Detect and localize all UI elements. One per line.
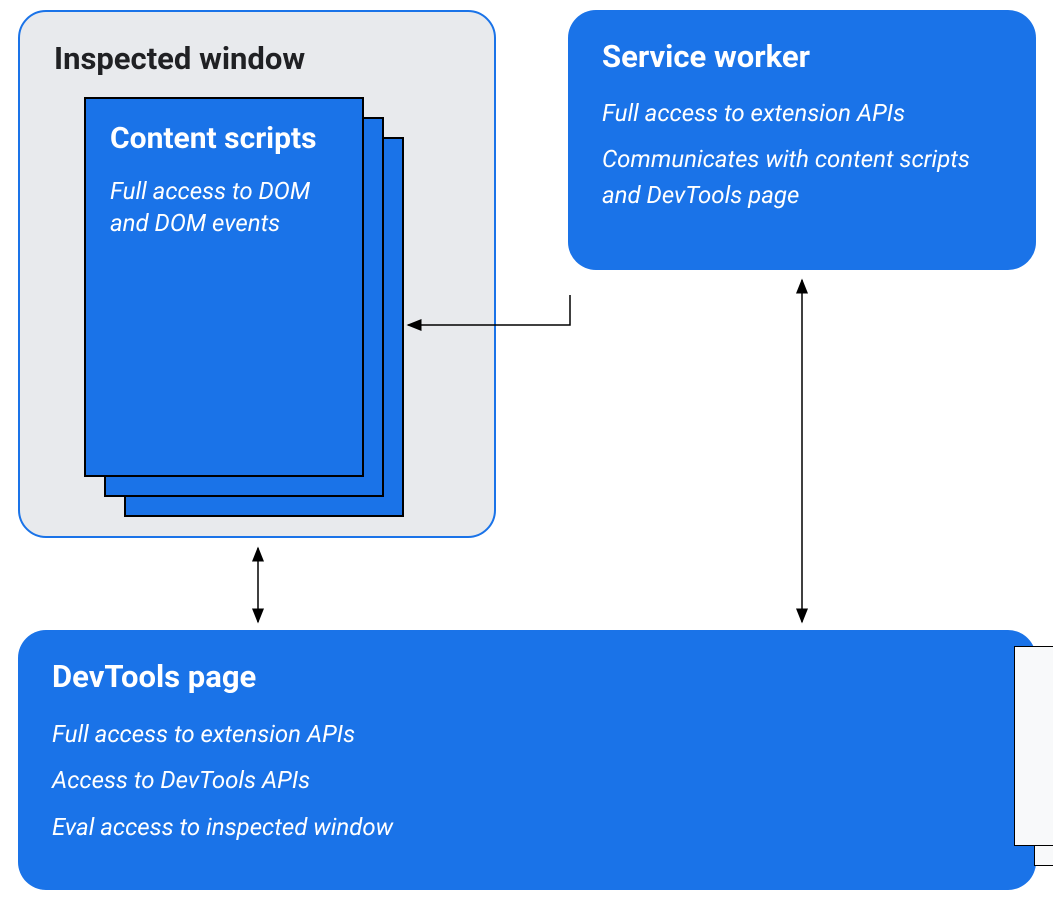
service-worker-title: Service worker (602, 38, 1002, 75)
content-scripts-title: Content scripts (110, 121, 338, 157)
panel-card-front: Panels (1014, 646, 1053, 846)
service-worker-bullet: Full access to extension APIs (602, 95, 1002, 131)
devtools-page-bullet: Full access to extension APIs (52, 715, 1002, 753)
service-worker-bullet: Communicates with content scripts and De… (602, 141, 1002, 213)
content-scripts-card-front: Content scripts Full access to DOM and D… (84, 97, 364, 477)
inspected-window-title: Inspected window (54, 40, 460, 77)
devtools-page-bullets: Full access to extension APIs Access to … (52, 715, 1002, 846)
devtools-page-box: DevTools page Full access to extension A… (18, 630, 1036, 890)
service-worker-bullets: Full access to extension APIs Communicat… (602, 95, 1002, 213)
diagram-container: Inspected window Content scripts Full ac… (0, 0, 1053, 904)
devtools-page-title: DevTools page (52, 658, 1002, 695)
inspected-window-box: Inspected window Content scripts Full ac… (18, 10, 496, 538)
devtools-page-bullet: Access to DevTools APIs (52, 761, 1002, 799)
devtools-page-bullet: Eval access to inspected window (52, 808, 1002, 846)
service-worker-box: Service worker Full access to extension … (568, 10, 1036, 270)
content-scripts-desc: Full access to DOM and DOM events (110, 175, 338, 240)
